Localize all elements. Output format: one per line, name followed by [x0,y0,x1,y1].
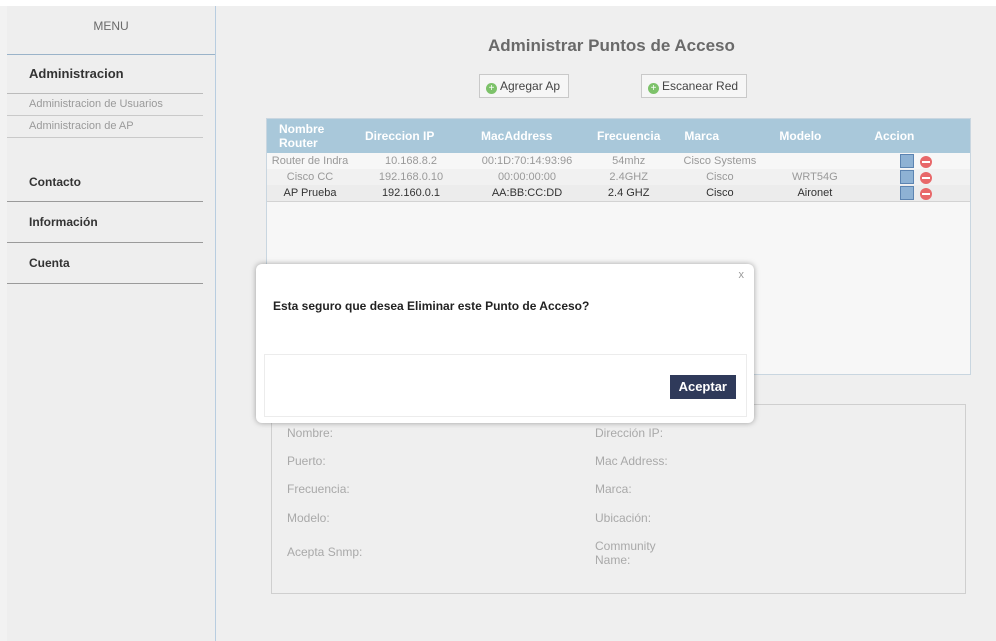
accept-button[interactable]: Aceptar [669,375,736,399]
close-icon[interactable]: x [739,269,745,281]
dialog-message: Esta seguro que desea Eliminar este Punt… [273,299,590,313]
dialog-footer: Aceptar [264,354,747,417]
confirm-delete-dialog: x Esta seguro que desea Eliminar este Pu… [256,264,754,423]
